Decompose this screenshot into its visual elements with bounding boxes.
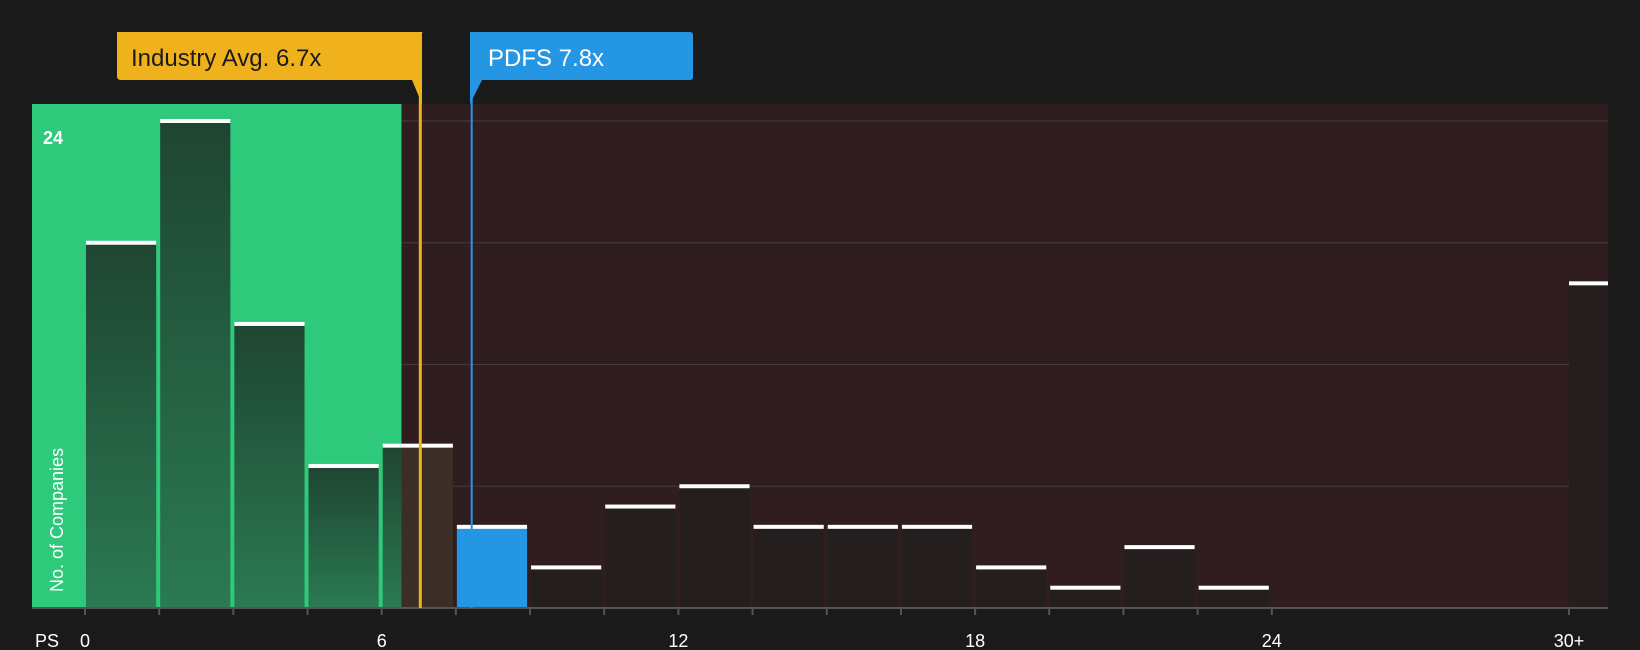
x-tick-label: 0 (80, 631, 90, 650)
bar-cap (1569, 281, 1608, 286)
bar-cap (234, 321, 305, 326)
x-tick-label: 6 (377, 631, 387, 650)
bar (976, 567, 1047, 608)
bar (1198, 587, 1269, 608)
bar (901, 526, 973, 608)
bar-cap (160, 119, 231, 123)
x-axis: 0 6 12 18 24 30+ (32, 607, 1608, 650)
bar (827, 526, 898, 608)
company-label: PDFS 7.8x (488, 45, 604, 72)
bar (1569, 283, 1608, 608)
bar-cap (976, 565, 1047, 570)
bar (605, 506, 676, 608)
bar (86, 242, 157, 608)
bar (234, 323, 305, 608)
y-max-label: 24 (43, 128, 63, 148)
bar (160, 121, 231, 608)
bar-cap (456, 524, 528, 529)
bar (679, 486, 750, 608)
bar-cap (605, 504, 676, 509)
bar-cap (1198, 585, 1269, 590)
bar (382, 445, 402, 608)
x-axis-label: PS (35, 631, 59, 650)
bar (1050, 587, 1121, 608)
bar-cap (382, 443, 453, 448)
bar-cap (531, 565, 602, 570)
bar (401, 445, 453, 608)
bar-cap (86, 240, 157, 245)
y-axis-label: No. of Companies (47, 448, 67, 592)
bar-cap (901, 524, 973, 529)
chart-canvas: 0 6 12 18 24 30+ Industry Avg. 6.7x PDFS 7.8x … (32, 32, 1609, 650)
industry-avg-label: Industry Avg. 6.7x (131, 45, 321, 72)
bar (456, 526, 528, 608)
x-tick-label: 30+ (1554, 631, 1585, 650)
bar (308, 465, 379, 608)
x-tick-label: 18 (965, 631, 985, 650)
bar (531, 567, 602, 608)
bar (1124, 547, 1195, 608)
bar-cap (308, 463, 379, 468)
bar (753, 526, 824, 608)
x-tick-label: 12 (668, 631, 688, 650)
bar-cap (1124, 545, 1195, 550)
bar-cap (753, 524, 824, 529)
bar-cap (679, 484, 750, 489)
x-tick-label: 24 (1262, 631, 1282, 650)
bar-cap (1050, 585, 1121, 590)
bar-cap (827, 524, 898, 529)
red-zone (401, 104, 1609, 608)
ps-distribution-chart: 0 6 12 18 24 30+ Industry Avg. 6.7x PDFS 7.8x … (0, 0, 1640, 650)
